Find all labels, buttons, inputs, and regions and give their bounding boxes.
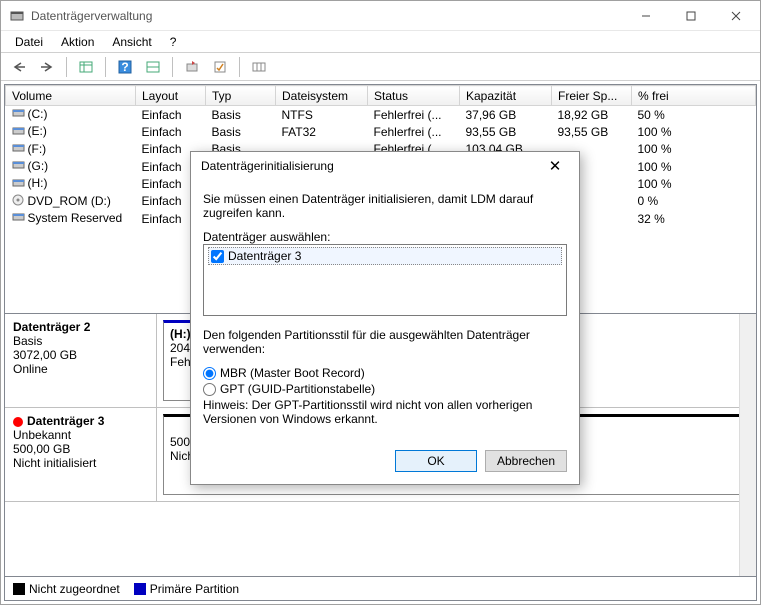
cell-free: 93,55 GB xyxy=(552,123,632,140)
disk-status: Nicht initialisiert xyxy=(13,456,148,470)
legend-unallocated: Nicht zugeordnet xyxy=(29,582,120,596)
col-status[interactable]: Status xyxy=(368,86,460,106)
cell-layout: Einfach xyxy=(136,123,206,140)
disk-name: Datenträger 2 xyxy=(13,320,148,334)
toolbar: ? xyxy=(1,53,760,81)
back-button[interactable] xyxy=(7,56,31,78)
col-volume[interactable]: Volume xyxy=(6,86,136,106)
forward-button[interactable] xyxy=(35,56,59,78)
menu-help[interactable]: ? xyxy=(162,33,185,51)
drive-icon xyxy=(12,107,26,122)
dialog-title: Datenträgerinitialisierung xyxy=(201,159,537,173)
cell-pctfree: 100 % xyxy=(632,158,756,175)
disk-type: Unbekannt xyxy=(13,428,148,442)
app-icon xyxy=(9,8,25,24)
legend-swatch-unallocated xyxy=(13,583,25,595)
menu-action[interactable]: Aktion xyxy=(53,33,102,51)
cell-pctfree: 50 % xyxy=(632,106,756,124)
cell-pctfree: 100 % xyxy=(632,175,756,192)
col-filesystem[interactable]: Dateisystem xyxy=(276,86,368,106)
select-disk-label: Datenträger auswählen: xyxy=(203,230,567,244)
radio-gpt-row[interactable]: GPT (GUID-Partitionstabelle) xyxy=(203,382,567,396)
list-item-label: Datenträger 3 xyxy=(228,249,301,263)
view-list-button[interactable] xyxy=(74,56,98,78)
cell-pctfree: 32 % xyxy=(632,210,756,227)
radio-mbr[interactable] xyxy=(203,367,216,380)
close-button[interactable] xyxy=(713,1,758,30)
disk-name: Datenträger 3 xyxy=(13,414,148,428)
drive-icon xyxy=(12,211,26,226)
cell-status: Fehlerfrei (... xyxy=(368,123,460,140)
drive-icon xyxy=(12,125,26,140)
properties-button[interactable] xyxy=(208,56,232,78)
refresh-button[interactable] xyxy=(180,56,204,78)
disk-status: Online xyxy=(13,362,148,376)
disc-icon xyxy=(12,194,26,209)
table-row[interactable]: (C:) EinfachBasisNTFSFehlerfrei (...37,96… xyxy=(6,106,756,124)
col-pctfree[interactable]: % frei xyxy=(632,86,756,106)
vertical-scrollbar[interactable] xyxy=(739,314,756,576)
cell-capacity: 37,96 GB xyxy=(460,106,552,124)
disk-type: Basis xyxy=(13,334,148,348)
col-free[interactable]: Freier Sp... xyxy=(552,86,632,106)
col-type[interactable]: Typ xyxy=(206,86,276,106)
radio-gpt[interactable] xyxy=(203,383,216,396)
volume-name: (H:) xyxy=(28,176,48,190)
volume-name: (F:) xyxy=(28,142,47,156)
legend-primary: Primäre Partition xyxy=(150,582,239,596)
radio-gpt-label: GPT (GUID-Partitionstabelle) xyxy=(220,382,375,396)
ok-button[interactable]: OK xyxy=(395,450,477,472)
col-layout[interactable]: Layout xyxy=(136,86,206,106)
cell-pctfree: 100 % xyxy=(632,123,756,140)
table-row[interactable]: (E:)EinfachBasisFAT32Fehlerfrei (...93,5… xyxy=(6,123,756,140)
drive-icon xyxy=(12,177,26,192)
legend: Nicht zugeordnet Primäre Partition xyxy=(4,577,757,601)
radio-mbr-label: MBR (Master Boot Record) xyxy=(220,366,365,380)
menu-file[interactable]: Datei xyxy=(7,33,51,51)
dialog-close-button[interactable]: ✕ xyxy=(537,153,573,179)
radio-mbr-row[interactable]: MBR (Master Boot Record) xyxy=(203,366,567,380)
menubar: Datei Aktion Ansicht ? xyxy=(1,31,760,53)
list-item[interactable]: Datenträger 3 xyxy=(208,247,562,265)
maximize-button[interactable] xyxy=(668,1,713,30)
volume-name: (G:) xyxy=(28,159,49,173)
cell-type: Basis xyxy=(206,106,276,124)
volume-name: (E:) xyxy=(28,124,47,138)
dialog-hint: Hinweis: Der GPT-Partitionsstil wird nic… xyxy=(203,398,567,426)
dialog-message: Sie müssen einen Datenträger initialisie… xyxy=(203,192,567,220)
cell-filesystem: NTFS xyxy=(276,106,368,124)
svg-text:?: ? xyxy=(121,60,128,74)
cell-layout: Einfach xyxy=(136,106,206,124)
cell-filesystem: FAT32 xyxy=(276,123,368,140)
volume-name: (C:) xyxy=(28,107,48,121)
titlebar: Datenträgerverwaltung xyxy=(1,1,760,31)
cell-type: Basis xyxy=(206,123,276,140)
cell-pctfree: 0 % xyxy=(632,193,756,210)
partition-style-label: Den folgenden Partitionsstil für die aus… xyxy=(203,328,567,356)
disk-size: 500,00 GB xyxy=(13,442,148,456)
volume-name: System Reserved xyxy=(28,211,123,225)
settings-button[interactable] xyxy=(247,56,271,78)
minimize-button[interactable] xyxy=(623,1,668,30)
disk-size: 3072,00 GB xyxy=(13,348,148,362)
cell-capacity: 93,55 GB xyxy=(460,123,552,140)
help-button[interactable]: ? xyxy=(113,56,137,78)
cell-pctfree: 100 % xyxy=(632,141,756,158)
disk-select-list[interactable]: Datenträger 3 xyxy=(203,244,567,316)
initialize-disk-dialog: Datenträgerinitialisierung ✕ Sie müssen … xyxy=(190,151,580,485)
drive-icon xyxy=(12,159,26,174)
cell-free: 18,92 GB xyxy=(552,106,632,124)
menu-view[interactable]: Ansicht xyxy=(104,33,159,51)
cell-status: Fehlerfrei (... xyxy=(368,106,460,124)
disk-checkbox[interactable] xyxy=(211,250,224,263)
cancel-button[interactable]: Abbrechen xyxy=(485,450,567,472)
drive-icon xyxy=(12,142,26,157)
volume-name: DVD_ROM (D:) xyxy=(28,194,111,208)
view-graphic-button[interactable] xyxy=(141,56,165,78)
col-capacity[interactable]: Kapazität xyxy=(460,86,552,106)
legend-swatch-primary xyxy=(134,583,146,595)
window-title: Datenträgerverwaltung xyxy=(31,9,623,23)
